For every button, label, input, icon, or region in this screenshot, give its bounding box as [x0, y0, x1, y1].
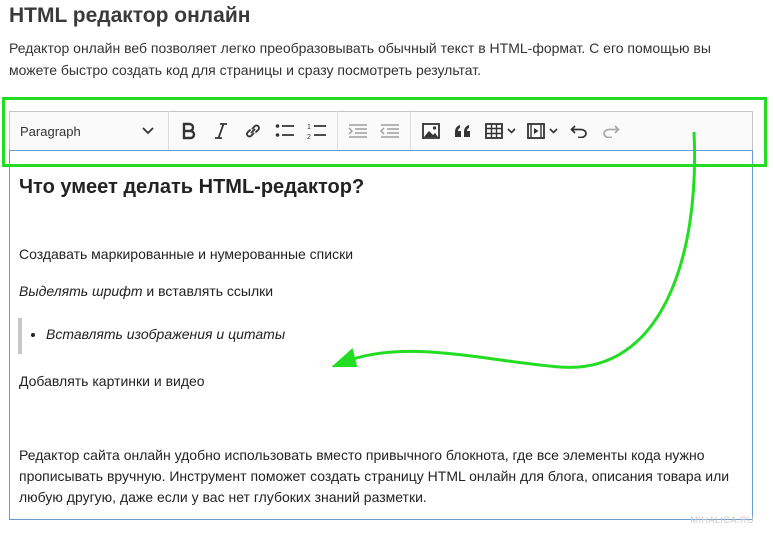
italic-button[interactable]	[205, 117, 237, 145]
redo-button[interactable]	[595, 117, 627, 145]
editor-paragraph: Редактор сайта онлайн удобно использоват…	[19, 447, 730, 505]
toolbar-separator	[168, 111, 169, 151]
numbered-list-button[interactable]: 12	[301, 117, 333, 145]
bold-icon	[181, 122, 197, 140]
editor-line-media: Добавлять картинки и видео	[19, 373, 205, 389]
page-title: HTML редактор онлайн	[9, 4, 251, 27]
insert-image-button[interactable]	[415, 117, 447, 145]
italic-text: Выделять шрифт	[19, 283, 143, 299]
chevron-down-icon	[506, 128, 516, 134]
indent-icon	[348, 123, 368, 139]
chevron-down-icon	[548, 128, 558, 134]
svg-text:2: 2	[307, 134, 311, 140]
indent-button[interactable]	[342, 117, 374, 145]
undo-icon	[570, 124, 588, 138]
undo-button[interactable]	[563, 117, 595, 145]
blockquote-button[interactable]	[447, 117, 479, 145]
bold-button[interactable]	[173, 117, 205, 145]
image-icon	[422, 123, 440, 139]
list-item: Вставлять изображения и цитаты	[46, 326, 285, 342]
redo-icon	[602, 124, 620, 138]
watermark: MIHALICA.RU	[690, 515, 754, 525]
format-dropdown[interactable]: Paragraph	[10, 117, 164, 145]
bulleted-list: Вставлять изображения и цитаты	[22, 326, 285, 342]
plain-text: и вставлять ссылки	[142, 283, 274, 299]
numbered-list-icon: 12	[307, 122, 327, 140]
editor-toolbar: Paragraph 12	[9, 111, 753, 151]
insert-table-button[interactable]	[479, 117, 521, 145]
bulleted-list-icon	[275, 123, 295, 139]
outdent-icon	[380, 123, 400, 139]
editor-content-area[interactable]: Что умеет делать HTML-редактор? Создават…	[9, 150, 753, 520]
media-icon	[526, 123, 545, 139]
toolbar-separator	[337, 111, 338, 151]
page-description: Редактор онлайн веб позволяет легко прео…	[9, 40, 711, 78]
blockquote: Вставлять изображения и цитаты	[18, 318, 322, 354]
editor-heading: Что умеет делать HTML-редактор?	[19, 176, 365, 198]
link-button[interactable]	[237, 117, 269, 145]
outdent-button[interactable]	[374, 117, 406, 145]
quote-icon	[454, 124, 472, 138]
toolbar-separator	[410, 111, 411, 151]
chevron-down-icon	[142, 127, 154, 135]
link-icon	[244, 122, 262, 140]
insert-media-button[interactable]	[521, 117, 563, 145]
editor-line-lists: Создавать маркированные и нумерованные с…	[19, 246, 354, 262]
editor-line-font: Выделять шрифт и вставлять ссылки	[19, 283, 273, 299]
svg-text:1: 1	[307, 124, 311, 131]
bulleted-list-button[interactable]	[269, 117, 301, 145]
table-icon	[484, 123, 503, 139]
format-dropdown-label: Paragraph	[20, 123, 81, 139]
italic-icon	[214, 122, 228, 140]
